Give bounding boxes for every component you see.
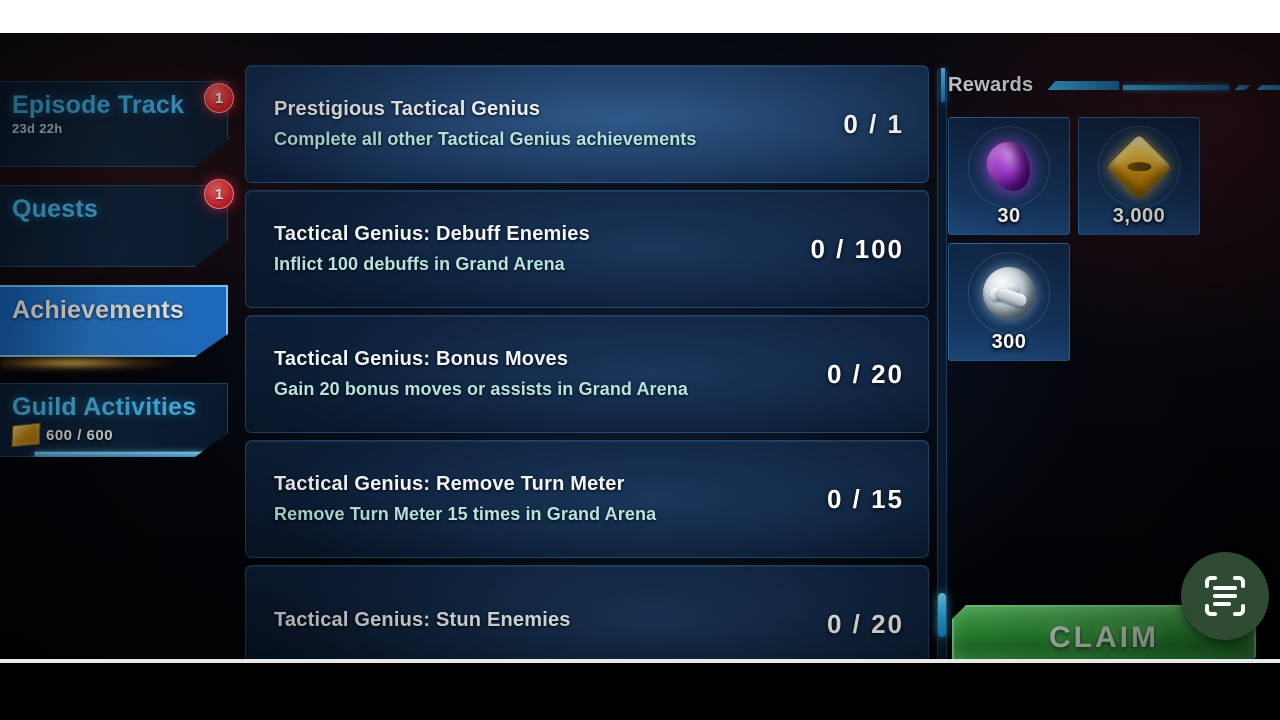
guild-progress-bar [34, 451, 206, 457]
achievement-title: Tactical Genius: Remove Turn Meter [274, 473, 625, 495]
achievement-title: Tactical Genius: Bonus Moves [274, 348, 569, 370]
achievement-text: Tactical Genius: Bonus Moves Gain 20 bon… [274, 348, 792, 400]
achievement-row[interactable]: Tactical Genius: Stun Enemies 0 / 20 [245, 565, 929, 660]
rewards-decoration [1047, 79, 1280, 93]
achievement-row[interactable]: Tactical Genius: Debuff Enemies Inflict … [245, 190, 929, 308]
achievement-text: Tactical Genius: Debuff Enemies Inflict … [274, 223, 792, 275]
achievement-text: Prestigious Tactical Genius Complete all… [274, 98, 792, 150]
reward-item-credits[interactable]: 3,000 [1078, 117, 1200, 235]
scrollbar-thumb[interactable] [938, 593, 946, 637]
achievement-progress: 0 / 20 [826, 358, 904, 389]
achievement-description: Inflict 100 debuffs in Grand Arena [274, 254, 565, 274]
sidebar: Episode Track 23d 22h 1 Quests 1 Achieve… [0, 33, 234, 660]
achievement-description: Gain 20 bonus moves or assists in Grand … [274, 379, 688, 399]
achievement-list[interactable]: Prestigious Tactical Genius Complete all… [245, 65, 929, 660]
sidebar-item-label: Guild Activities [12, 393, 197, 421]
achievement-row[interactable]: Prestigious Tactical Genius Complete all… [245, 65, 929, 183]
achievement-row[interactable]: Tactical Genius: Remove Turn Meter Remov… [245, 440, 929, 558]
sidebar-item-label: Quests [12, 195, 98, 223]
guild-progress-row: 600 / 600 [11, 422, 227, 448]
achievement-progress: 0 / 100 [810, 233, 904, 264]
achievement-text: Tactical Genius: Stun Enemies [274, 609, 792, 640]
guild-progress-fill [35, 452, 205, 457]
sidebar-item-timer: 23d 22h [12, 121, 63, 137]
achievement-progress: 0 / 15 [826, 483, 904, 514]
guild-progress-text: 600 / 600 [46, 426, 114, 444]
reward-icon-frame [1098, 126, 1180, 208]
reward-quantity: 30 [997, 205, 1021, 227]
silver-handshake-icon [983, 267, 1035, 319]
reward-icon-frame [968, 126, 1050, 208]
purple-crystal-icon [979, 135, 1039, 199]
notification-badge-episode-track: 1 [204, 83, 234, 113]
achievement-description: Remove Turn Meter 15 times in Grand Aren… [274, 504, 657, 524]
letterbox-bottom [0, 663, 1280, 720]
sidebar-item-guild-activities[interactable]: Guild Activities 600 / 600 [0, 383, 228, 457]
gold-credit-icon [1106, 134, 1172, 200]
rewards-grid: 30 3,000 300 [948, 117, 1268, 361]
sidebar-item-label: Achievements [12, 296, 184, 324]
sidebar-item-episode-track[interactable]: Episode Track 23d 22h [0, 81, 228, 167]
reward-item-crystals[interactable]: 30 [948, 117, 1070, 235]
claim-button-label: CLAIM [1049, 621, 1159, 654]
achievement-row[interactable]: Tactical Genius: Bonus Moves Gain 20 bon… [245, 315, 929, 433]
reward-quantity: 3,000 [1112, 205, 1166, 227]
sidebar-item-label: Episode Track [12, 91, 185, 119]
screenshot-root: Episode Track 23d 22h 1 Quests 1 Achieve… [0, 0, 1280, 720]
achievement-list-scrollbar[interactable] [937, 69, 947, 660]
sidebar-item-quests[interactable]: Quests [0, 185, 228, 267]
achievement-title: Tactical Genius: Debuff Enemies [274, 223, 590, 245]
rewards-header: Rewards [941, 65, 1280, 105]
rewards-accent-bar [941, 68, 945, 102]
achievement-progress: 0 / 1 [843, 108, 904, 139]
achievement-title: Tactical Genius: Stun Enemies [274, 608, 571, 631]
reward-quantity: 300 [991, 331, 1027, 353]
scan-text-button[interactable] [1181, 552, 1269, 640]
achievement-description: Complete all other Tactical Genius achie… [274, 129, 697, 149]
guild-ticket-icon [11, 422, 41, 448]
game-viewport: Episode Track 23d 22h 1 Quests 1 Achieve… [0, 33, 1280, 660]
rewards-title: Rewards [948, 73, 1034, 96]
active-tab-glow [0, 355, 200, 371]
reward-icon-frame [968, 252, 1050, 334]
sidebar-item-achievements[interactable]: Achievements [0, 285, 228, 357]
achievement-progress: 0 / 20 [826, 608, 904, 639]
scan-text-icon [1205, 576, 1245, 616]
achievement-title: Prestigious Tactical Genius [274, 98, 541, 120]
achievement-text: Tactical Genius: Remove Turn Meter Remov… [274, 473, 792, 525]
notification-badge-quests: 1 [204, 179, 234, 209]
reward-item-ally-points[interactable]: 300 [948, 243, 1070, 361]
